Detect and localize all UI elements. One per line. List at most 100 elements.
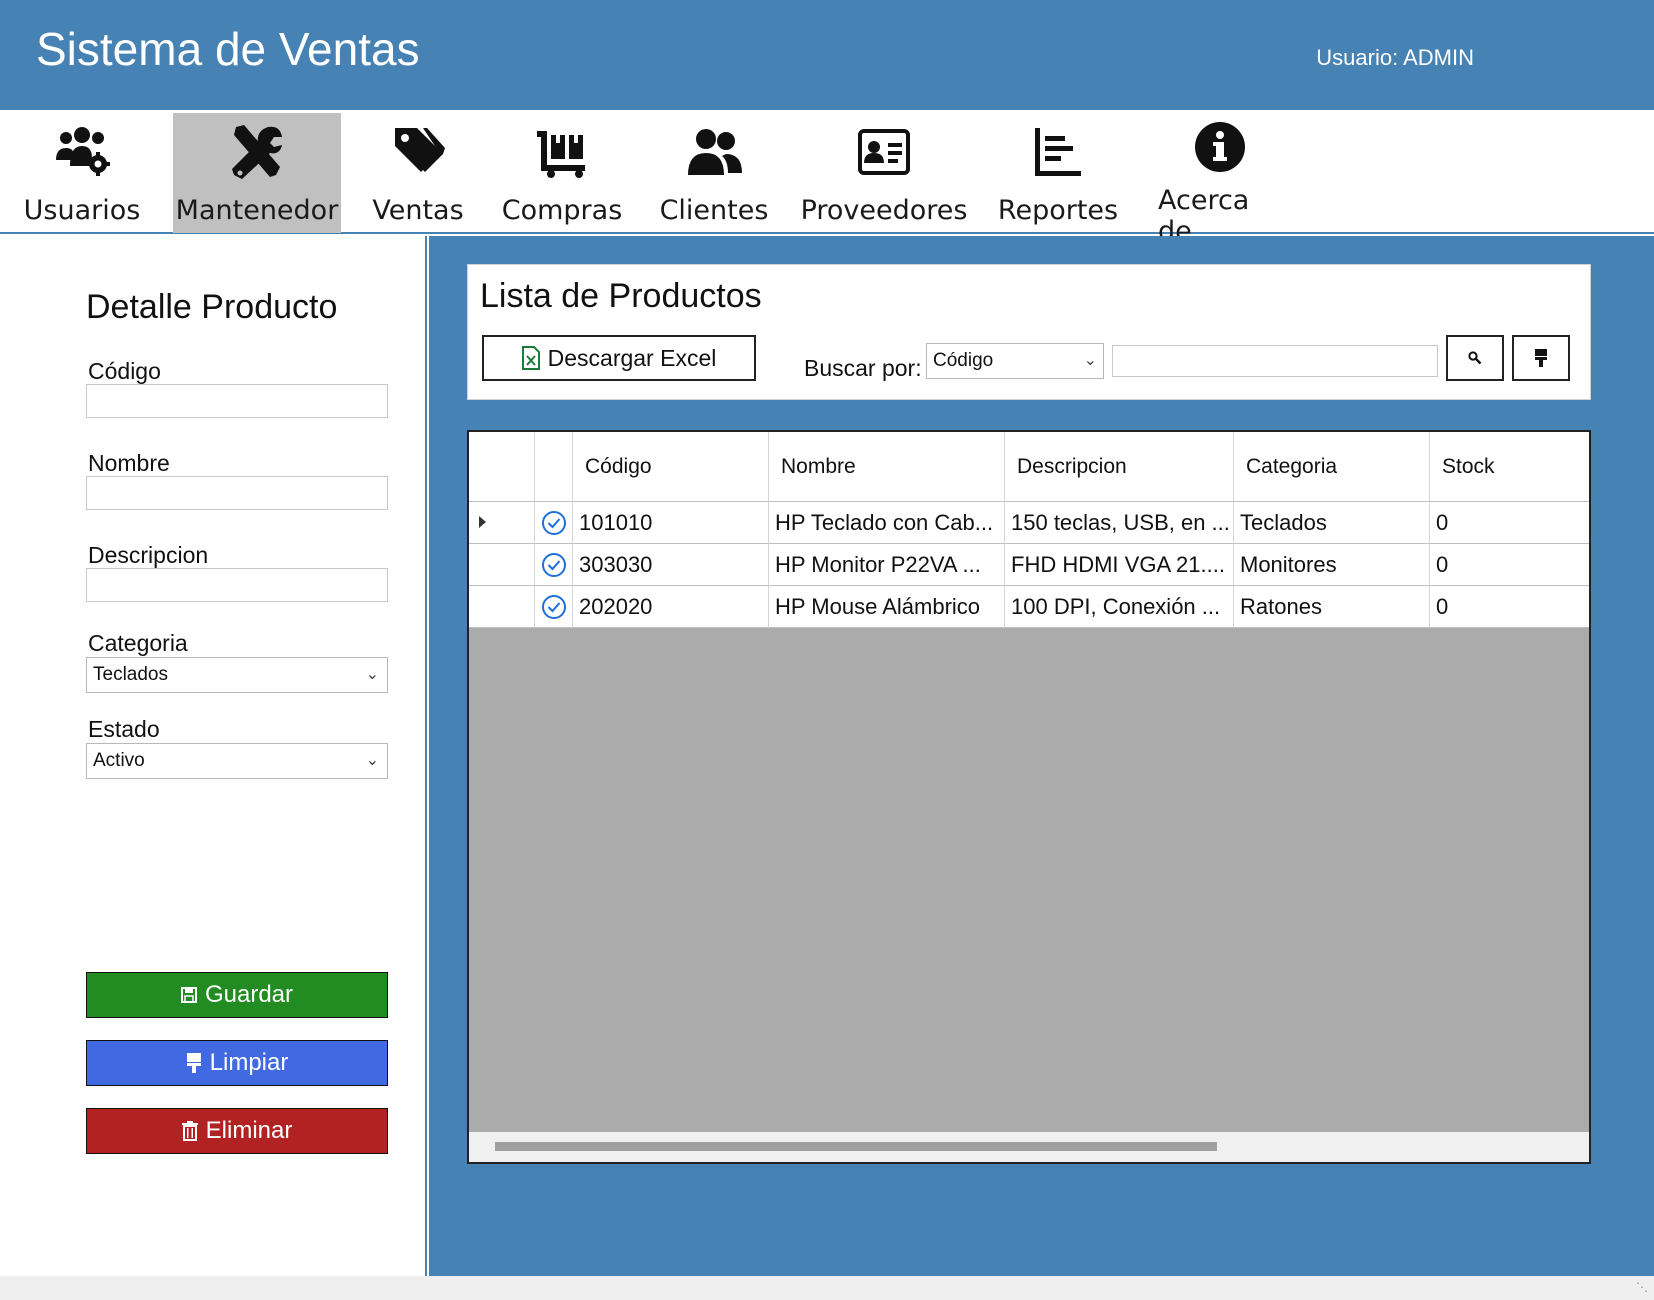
estado-label: Estado (88, 716, 160, 742)
cell-descripcion[interactable]: 150 teclas, USB, en ... (1005, 502, 1234, 544)
limpiar-busqueda-button[interactable] (1512, 335, 1570, 381)
menu-item-clientes[interactable]: Clientes (656, 113, 772, 233)
menu-label-ventas: Ventas (372, 195, 464, 226)
select-cell[interactable] (535, 544, 573, 586)
scrollbar-thumb[interactable] (495, 1142, 1217, 1151)
check-circle-icon[interactable] (541, 552, 567, 578)
limpiar-button[interactable]: Limpiar (86, 1040, 388, 1086)
lista-title: Lista de Productos (480, 277, 762, 315)
menu-item-usuarios[interactable]: Usuarios (20, 113, 144, 233)
menu-item-ventas[interactable]: Ventas (366, 113, 470, 233)
search-input[interactable] (1112, 345, 1438, 377)
cell-stock[interactable]: 0 (1430, 544, 1589, 586)
descargar-excel-button[interactable]: Descargar Excel (482, 335, 756, 381)
chart-list-icon (1033, 121, 1083, 183)
cell-categoria[interactable]: Ratones (1234, 586, 1430, 628)
menu-item-reportes[interactable]: Reportes (998, 113, 1118, 233)
productos-grid[interactable]: Código Nombre Descripcion Categoria Stoc… (467, 430, 1591, 1164)
menu-item-mantenedor[interactable]: Mantenedor (173, 113, 341, 233)
eliminar-button[interactable]: Eliminar (86, 1108, 388, 1154)
status-bar: ⋱ (0, 1276, 1654, 1300)
app-window: Sistema de Ventas Usuario: ADMIN Usuario… (0, 0, 1654, 1300)
descripcion-label: Descripcion (88, 542, 209, 568)
column-header-stock[interactable]: Stock (1430, 432, 1589, 502)
save-icon (180, 987, 197, 1003)
table-row[interactable]: 303030 HP Monitor P22VA ... FHD HDMI VGA… (469, 544, 1589, 586)
dolly-icon (535, 121, 589, 183)
cell-stock[interactable]: 0 (1430, 502, 1589, 544)
menu-item-proveedores[interactable]: Proveedores (801, 113, 967, 233)
app-title: Sistema de Ventas (36, 23, 420, 75)
estado-select[interactable]: Activo ⌄ (86, 743, 388, 779)
column-header-codigo[interactable]: Código (573, 432, 769, 502)
cell-categoria[interactable]: Monitores (1234, 544, 1430, 586)
menu-label-reportes: Reportes (997, 195, 1119, 226)
descripcion-field[interactable] (86, 568, 388, 602)
limpiar-label: Limpiar (209, 1049, 289, 1076)
guardar-button[interactable]: Guardar (86, 972, 388, 1018)
cell-descripcion[interactable]: 100 DPI, Conexión ... (1005, 586, 1234, 628)
buscar-por-selected-value: Código (933, 350, 994, 371)
check-circle-icon[interactable] (541, 594, 567, 620)
resize-grip-icon[interactable]: ⋱ (1636, 1280, 1648, 1294)
codigo-label: Código (88, 358, 161, 384)
menu-label-compras: Compras (501, 195, 623, 226)
column-header-nombre[interactable]: Nombre (769, 432, 1005, 502)
descargar-excel-label: Descargar Excel (547, 344, 717, 371)
detalle-title: Detalle Producto (86, 288, 338, 326)
menu-label-mantenedor: Mantenedor (175, 195, 339, 226)
menu-item-acerca-de[interactable]: Acerca de (1158, 113, 1282, 247)
nombre-field[interactable] (86, 476, 388, 510)
cell-codigo[interactable]: 303030 (573, 544, 769, 586)
buscar-por-select[interactable]: Código ⌄ (926, 343, 1104, 379)
tools-icon (230, 121, 284, 183)
header-bar: Sistema de Ventas Usuario: ADMIN (0, 0, 1654, 110)
table-row[interactable]: 202020 HP Mouse Alámbrico 100 DPI, Conex… (469, 586, 1589, 628)
chevron-down-icon: ⌄ (365, 666, 379, 683)
trash-icon (181, 1121, 198, 1141)
menu-label-proveedores: Proveedores (800, 195, 968, 226)
column-header-descripcion[interactable]: Descripcion (1005, 432, 1234, 502)
tags-icon (391, 121, 445, 183)
select-column-header (535, 432, 573, 502)
cell-nombre[interactable]: HP Monitor P22VA ... (769, 544, 1005, 586)
users-gear-icon (54, 121, 110, 183)
select-cell[interactable] (535, 586, 573, 628)
nombre-label: Nombre (88, 450, 170, 476)
check-circle-icon[interactable] (541, 510, 567, 536)
row-header-cell[interactable] (469, 502, 535, 544)
address-card-icon (858, 121, 910, 183)
codigo-field[interactable] (86, 384, 388, 418)
cell-codigo[interactable]: 101010 (573, 502, 769, 544)
lista-panel: Lista de Productos Descargar Excel Busca… (467, 264, 1591, 400)
current-row-arrow-icon (479, 516, 486, 528)
categoria-label: Categoria (88, 630, 188, 656)
lista-area: Lista de Productos Descargar Excel Busca… (429, 236, 1654, 1276)
cell-codigo[interactable]: 202020 (573, 586, 769, 628)
menu-item-compras[interactable]: Compras (500, 113, 624, 233)
cell-nombre[interactable]: HP Mouse Alámbrico (769, 586, 1005, 628)
select-cell[interactable] (535, 502, 573, 544)
search-icon (1468, 351, 1482, 365)
categoria-select[interactable]: Teclados ⌄ (86, 657, 388, 693)
info-circle-icon (1194, 121, 1246, 173)
guardar-label: Guardar (204, 981, 294, 1008)
cell-categoria[interactable]: Teclados (1234, 502, 1430, 544)
column-header-categoria[interactable]: Categoria (1234, 432, 1430, 502)
table-row[interactable]: 101010 HP Teclado con Cab... 150 teclas,… (469, 502, 1589, 544)
row-header-cell[interactable] (469, 586, 535, 628)
paint-brush-icon (186, 1053, 201, 1073)
main-menu: Usuarios Mantenedor Ventas Compras Clien… (0, 110, 1654, 247)
chevron-down-icon: ⌄ (1083, 352, 1097, 369)
search-button[interactable] (1446, 335, 1504, 381)
cell-stock[interactable]: 0 (1430, 586, 1589, 628)
cell-descripcion[interactable]: FHD HDMI VGA 21.... (1005, 544, 1234, 586)
row-header-cell[interactable] (469, 544, 535, 586)
buscar-label: Buscar por: (804, 355, 922, 381)
cell-nombre[interactable]: HP Teclado con Cab... (769, 502, 1005, 544)
grid-header: Código Nombre Descripcion Categoria Stoc… (469, 432, 1589, 502)
horizontal-scrollbar[interactable] (469, 1132, 1589, 1162)
menu-label-clientes: Clientes (659, 195, 769, 226)
excel-file-icon (521, 346, 540, 370)
user-label: Usuario: ADMIN (1316, 45, 1474, 70)
